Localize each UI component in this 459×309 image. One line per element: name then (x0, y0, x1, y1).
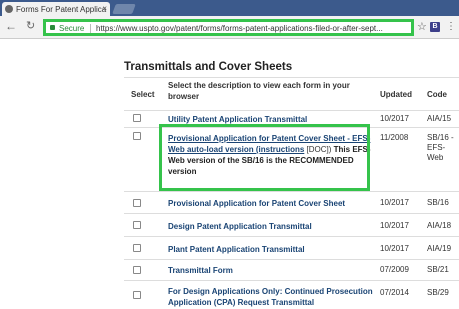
form-code: AIA/15 (427, 114, 452, 123)
form-code: SB/16 (427, 198, 449, 207)
row-checkbox[interactable] (133, 244, 141, 252)
menu-icon[interactable]: ⋮ (446, 21, 456, 32)
lock-icon (50, 25, 55, 30)
address-separator (90, 24, 91, 33)
row-checkbox[interactable] (133, 266, 141, 274)
row-checkbox[interactable] (133, 291, 141, 299)
page-heading: Transmittals and Cover Sheets (124, 61, 293, 73)
row-checkbox[interactable] (133, 199, 141, 207)
header-description: Select the description to view each form… (168, 81, 350, 101)
header-select: Select (131, 90, 155, 99)
header-updated: Updated (380, 90, 412, 99)
form-code: SB/16 - EFS-Web (427, 133, 454, 162)
table-row: Design Patent Application Transmittal 10… (124, 214, 459, 237)
close-icon[interactable]: × (102, 4, 107, 13)
form-link[interactable]: For Design Applications Only: Continued … (168, 286, 376, 308)
updated-date: 07/2009 (380, 265, 409, 274)
updated-date: 07/2014 (380, 288, 409, 297)
form-code: AIA/18 (427, 221, 452, 230)
row-checkbox[interactable] (133, 132, 141, 140)
table-row: Transmittal Form 07/2009 SB/21 (124, 260, 459, 281)
back-icon[interactable]: ← (5, 19, 17, 33)
url-text[interactable]: https://www.uspto.gov/patent/forms/forms… (96, 24, 406, 33)
updated-date: 10/2017 (380, 198, 409, 207)
form-link[interactable]: Plant Patent Application Transmittal (168, 244, 373, 255)
updated-date: 10/2017 (380, 114, 409, 123)
browser-toolbar: ← ↻ Secure https://www.uspto.gov/patent/… (0, 16, 459, 39)
extension-icon[interactable]: B (430, 22, 440, 32)
row-checkbox[interactable] (133, 221, 141, 229)
browser-tab[interactable]: Forms For Patent Applica × (2, 2, 110, 16)
form-code: AIA/19 (427, 244, 452, 253)
table-row: Provisional Application for Patent Cover… (124, 192, 459, 214)
bookmark-star-icon[interactable]: ☆ (417, 20, 427, 33)
form-link[interactable]: Provisional Application for Patent Cover… (168, 198, 373, 209)
address-bar[interactable]: Secure https://www.uspto.gov/patent/form… (43, 19, 414, 36)
reload-icon[interactable]: ↻ (26, 19, 35, 32)
form-link[interactable]: Transmittal Form (168, 265, 373, 276)
highlight-box (159, 124, 370, 191)
table-row: For Design Applications Only: Continued … (124, 281, 459, 309)
table-row: Plant Patent Application Transmittal 10/… (124, 237, 459, 260)
new-tab-button[interactable] (112, 4, 136, 14)
form-code: SB/21 (427, 265, 449, 274)
updated-date: 10/2017 (380, 244, 409, 253)
updated-date: 10/2017 (380, 221, 409, 230)
secure-label: Secure (59, 24, 85, 33)
form-link[interactable]: Design Patent Application Transmittal (168, 221, 373, 232)
browser-tab-strip: Forms For Patent Applica × (0, 0, 459, 16)
header-code: Code (427, 90, 447, 99)
row-checkbox[interactable] (133, 114, 141, 122)
form-code: SB/29 (427, 288, 449, 297)
updated-date: 11/2008 (380, 133, 409, 142)
table-header: Select Select the description to view ea… (124, 77, 459, 111)
tab-title: Forms For Patent Applica (16, 5, 107, 14)
favicon-icon (5, 5, 13, 13)
